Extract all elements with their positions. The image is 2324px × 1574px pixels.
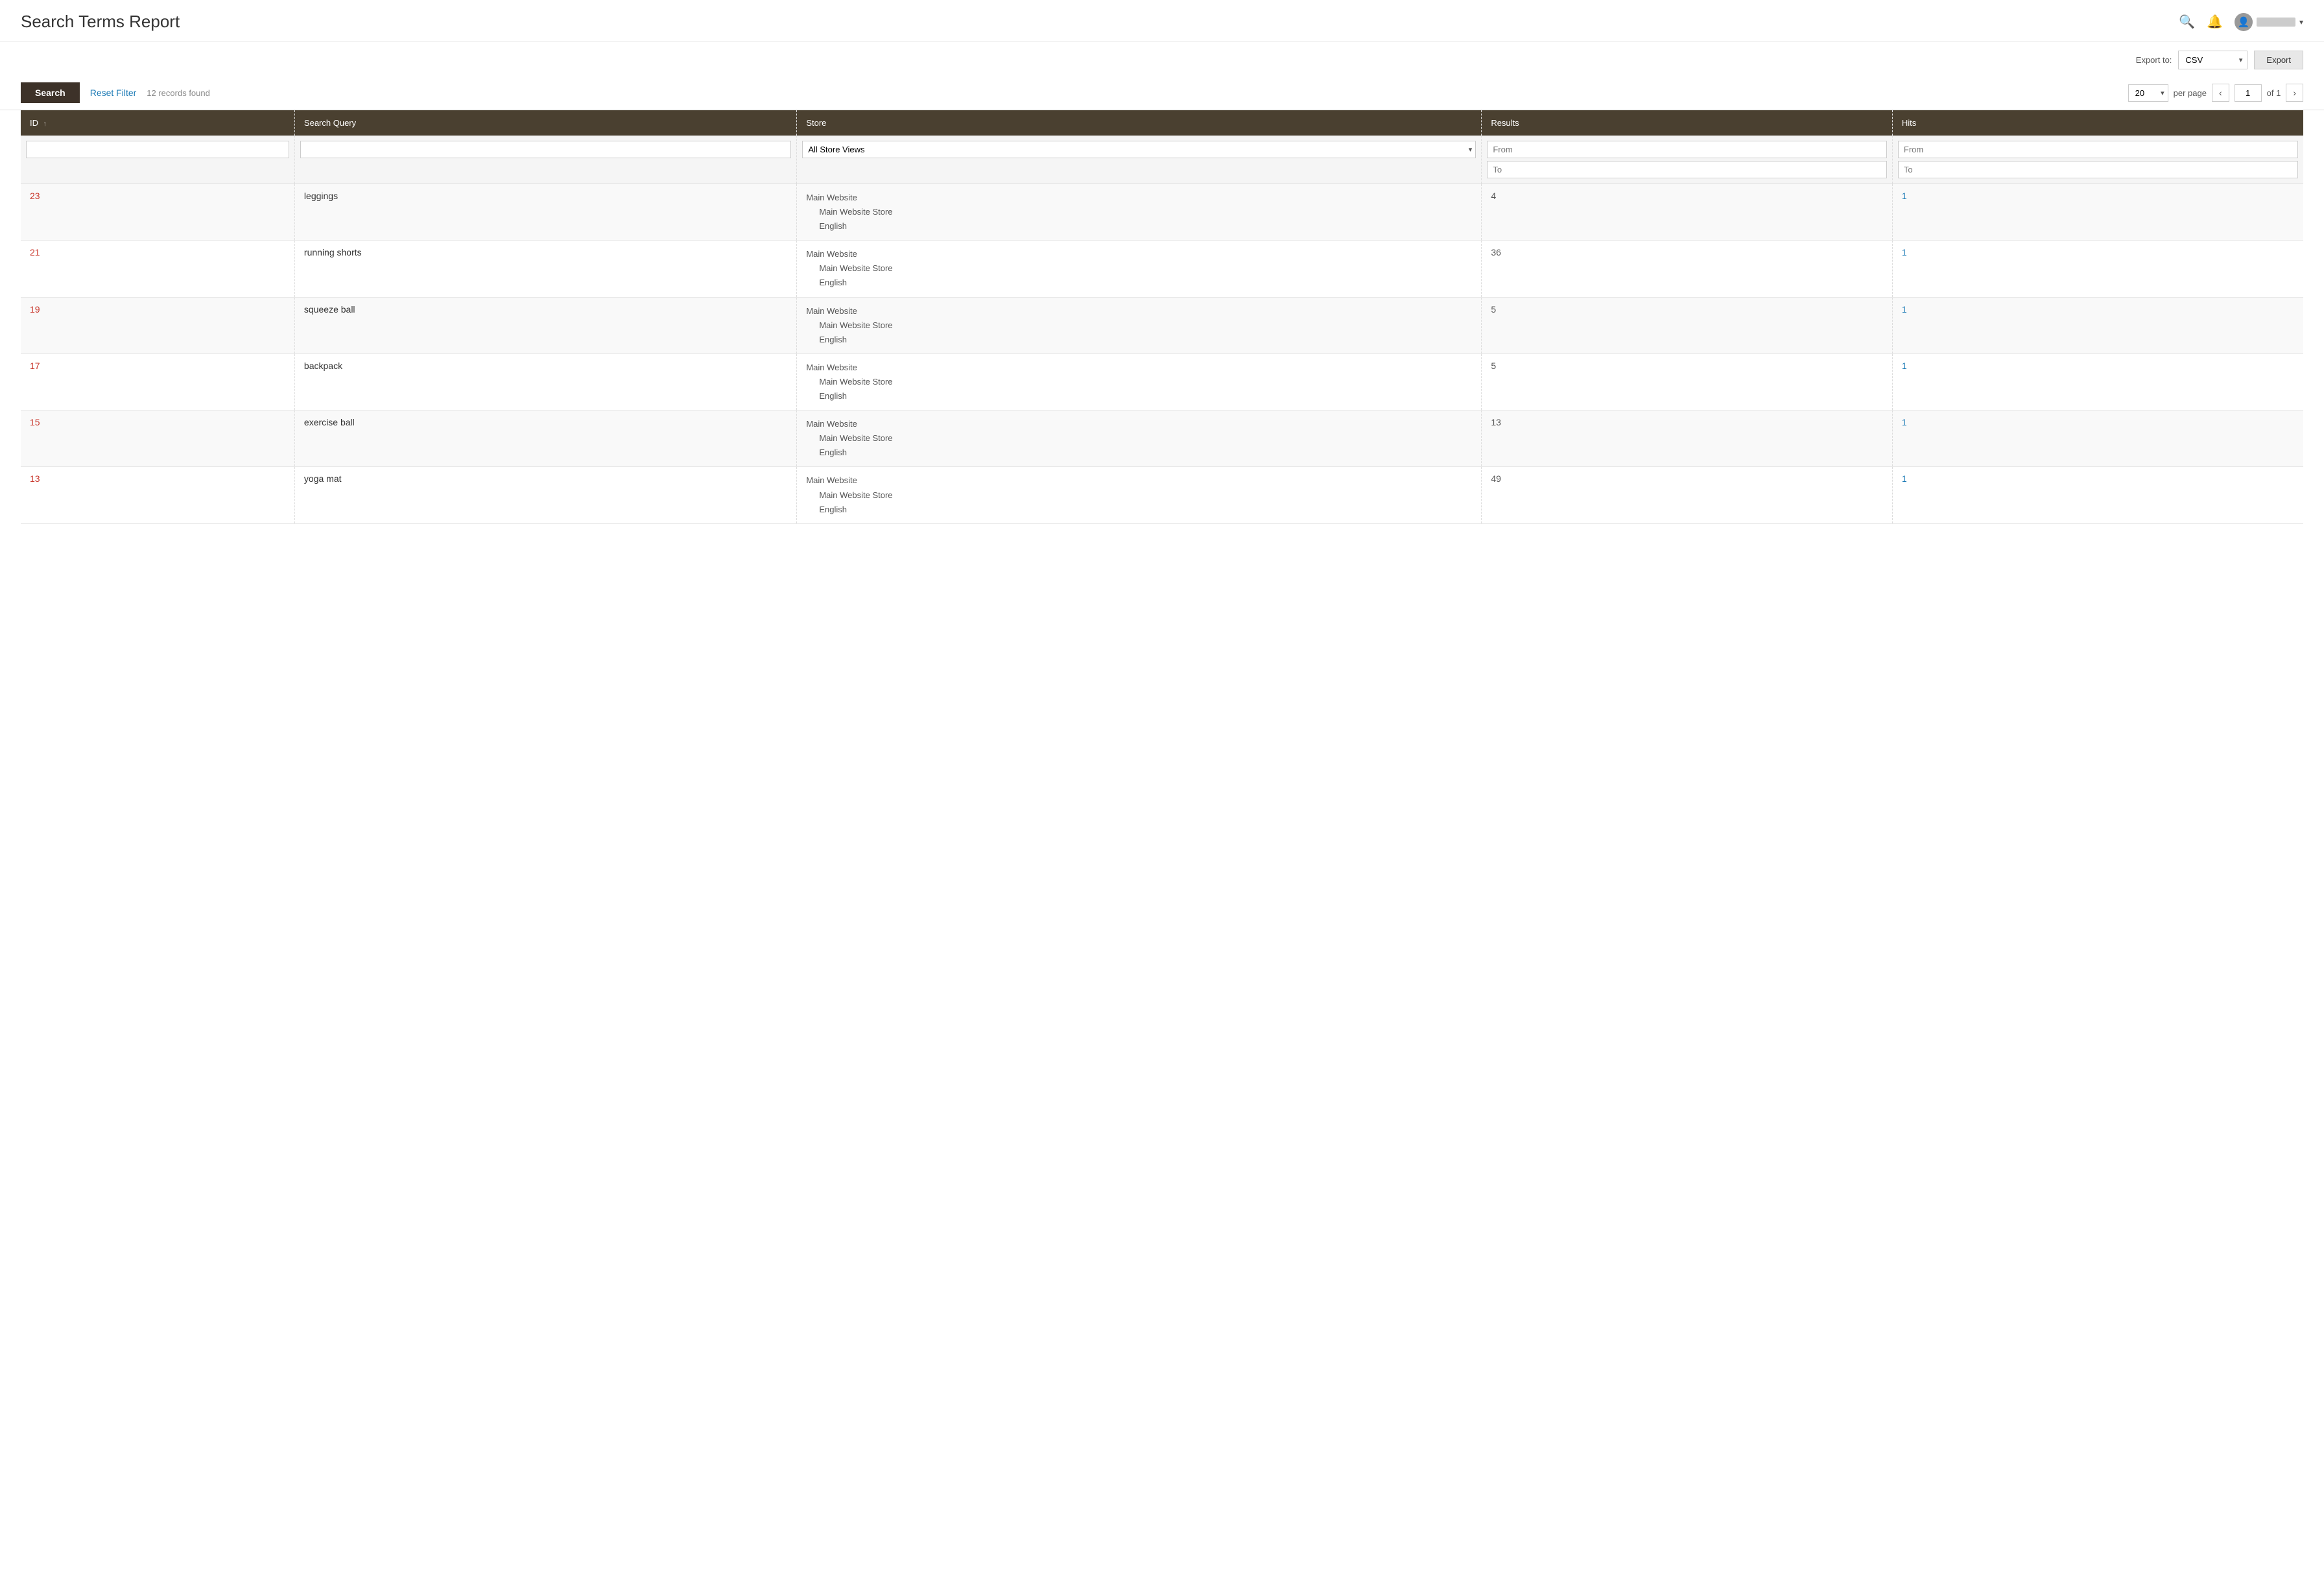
cell-id: 15: [21, 411, 294, 467]
next-page-button[interactable]: ›: [2286, 84, 2303, 102]
cell-store: Main WebsiteMain Website StoreEnglish: [797, 297, 1482, 353]
search-icon[interactable]: 🔍: [2179, 14, 2195, 30]
filter-id-input[interactable]: [26, 141, 289, 158]
table-row: 17 backpackMain WebsiteMain Website Store…: [21, 353, 2303, 410]
cell-query: squeeze ball: [294, 297, 796, 353]
filter-store-cell: All Store Views Main Website English ▾: [797, 136, 1482, 184]
cell-results: 36: [1482, 241, 1893, 297]
filter-id-cell: [21, 136, 294, 184]
filter-hits-from-input[interactable]: [1898, 141, 2298, 158]
col-header-search-query: Search Query: [294, 110, 796, 136]
cell-hits: 1: [1892, 297, 2303, 353]
export-button[interactable]: Export: [2254, 51, 2303, 69]
cell-query: leggings: [294, 184, 796, 241]
prev-page-button[interactable]: ‹: [2212, 84, 2229, 102]
export-label: Export to:: [2136, 55, 2172, 65]
user-menu[interactable]: 👤 ▾: [2235, 13, 2303, 31]
chevron-down-icon: ▾: [2299, 18, 2303, 27]
avatar: 👤: [2235, 13, 2253, 31]
bell-icon[interactable]: 🔔: [2207, 14, 2223, 30]
export-format-select[interactable]: CSV XML Excel XML: [2178, 51, 2247, 69]
reset-filter-link[interactable]: Reset Filter: [90, 88, 137, 98]
table-row: 13 yoga matMain WebsiteMain Website Store…: [21, 467, 2303, 523]
cell-query: exercise ball: [294, 411, 796, 467]
cell-query: backpack: [294, 353, 796, 410]
cell-hits: 1: [1892, 411, 2303, 467]
filter-query-input[interactable]: [300, 141, 791, 158]
cell-results: 5: [1482, 297, 1893, 353]
cell-id: 19: [21, 297, 294, 353]
filter-query-cell: [294, 136, 796, 184]
per-page-select[interactable]: 20 30 50 100 200: [2128, 84, 2168, 102]
table-row: 19 squeeze ballMain WebsiteMain Website S…: [21, 297, 2303, 353]
cell-query: yoga mat: [294, 467, 796, 523]
page-title: Search Terms Report: [21, 12, 180, 32]
filter-results-cell: [1482, 136, 1893, 184]
cell-hits: 1: [1892, 467, 2303, 523]
table-row: 21 running shortsMain WebsiteMain Website…: [21, 241, 2303, 297]
cell-query: running shorts: [294, 241, 796, 297]
user-name-placeholder: [2257, 18, 2295, 27]
cell-store: Main WebsiteMain Website StoreEnglish: [797, 411, 1482, 467]
per-page-label: per page: [2174, 88, 2207, 98]
cell-results: 49: [1482, 467, 1893, 523]
cell-id: 17: [21, 353, 294, 410]
col-header-hits: Hits: [1892, 110, 2303, 136]
cell-results: 5: [1482, 353, 1893, 410]
records-found: 12 records found: [147, 88, 210, 98]
filter-store-select[interactable]: All Store Views Main Website English: [802, 141, 1476, 158]
cell-store: Main WebsiteMain Website StoreEnglish: [797, 241, 1482, 297]
filter-hits-cell: [1892, 136, 2303, 184]
cell-hits: 1: [1892, 241, 2303, 297]
cell-hits: 1: [1892, 184, 2303, 241]
id-link[interactable]: 21: [30, 247, 40, 257]
col-header-store: Store: [797, 110, 1482, 136]
cell-store: Main WebsiteMain Website StoreEnglish: [797, 184, 1482, 241]
col-header-id[interactable]: ID ↑: [21, 110, 294, 136]
page-of-label: of 1: [2267, 88, 2281, 98]
sort-icon-id: ↑: [43, 121, 47, 128]
filter-results-from-input[interactable]: [1487, 141, 1887, 158]
id-link[interactable]: 23: [30, 191, 40, 201]
cell-id: 21: [21, 241, 294, 297]
table-row: 23 leggingsMain WebsiteMain Website Store…: [21, 184, 2303, 241]
cell-results: 13: [1482, 411, 1893, 467]
filter-results-to-input[interactable]: [1487, 161, 1887, 178]
cell-results: 4: [1482, 184, 1893, 241]
table-row: 15 exercise ballMain WebsiteMain Website …: [21, 411, 2303, 467]
cell-id: 13: [21, 467, 294, 523]
id-link[interactable]: 15: [30, 417, 40, 427]
id-link[interactable]: 19: [30, 304, 40, 315]
cell-store: Main WebsiteMain Website StoreEnglish: [797, 467, 1482, 523]
cell-store: Main WebsiteMain Website StoreEnglish: [797, 353, 1482, 410]
filter-hits-to-input[interactable]: [1898, 161, 2298, 178]
search-button[interactable]: Search: [21, 82, 80, 103]
id-link[interactable]: 17: [30, 361, 40, 371]
cell-id: 23: [21, 184, 294, 241]
filter-row: All Store Views Main Website English ▾: [21, 136, 2303, 184]
page-number-input[interactable]: [2235, 84, 2262, 102]
cell-hits: 1: [1892, 353, 2303, 410]
col-header-results: Results: [1482, 110, 1893, 136]
id-link[interactable]: 13: [30, 473, 40, 484]
